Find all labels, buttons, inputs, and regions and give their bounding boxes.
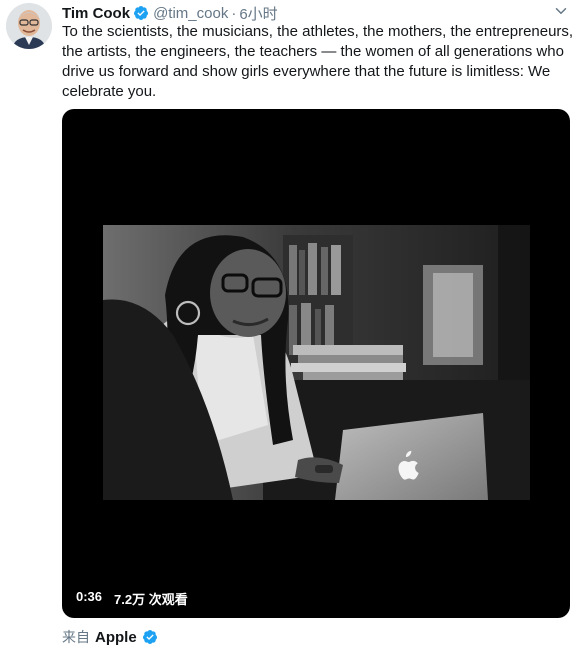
author-name[interactable]: Tim Cook [62, 5, 130, 22]
video-info: 0:36 7.2万 次观看 [76, 589, 188, 608]
video-frame [103, 225, 530, 500]
author-handle[interactable]: @tim_cook [153, 5, 228, 22]
video-view-count: 7.2万 次观看 [114, 592, 188, 607]
chevron-down-icon[interactable] [552, 2, 570, 20]
verified-badge-icon [134, 6, 149, 20]
verified-badge-icon [142, 630, 157, 644]
tweet-timestamp[interactable]: 6小时 [239, 3, 277, 24]
video-duration: 0:36 [76, 589, 103, 604]
tweet-header: Tim Cook @tim_cook · 6小时 [62, 3, 278, 23]
tweet-source: 来自 Apple [62, 627, 162, 647]
video-still-image [103, 225, 530, 500]
video-player[interactable]: 0:36 7.2万 次观看 [62, 109, 570, 618]
separator-dot: · [231, 4, 237, 22]
source-account-link[interactable]: Apple [95, 629, 137, 646]
tweet-text: To the scientists, the musicians, the at… [62, 23, 578, 100]
source-prefix: 来自 [62, 629, 90, 645]
author-avatar[interactable] [6, 3, 52, 49]
avatar-image [6, 3, 52, 49]
